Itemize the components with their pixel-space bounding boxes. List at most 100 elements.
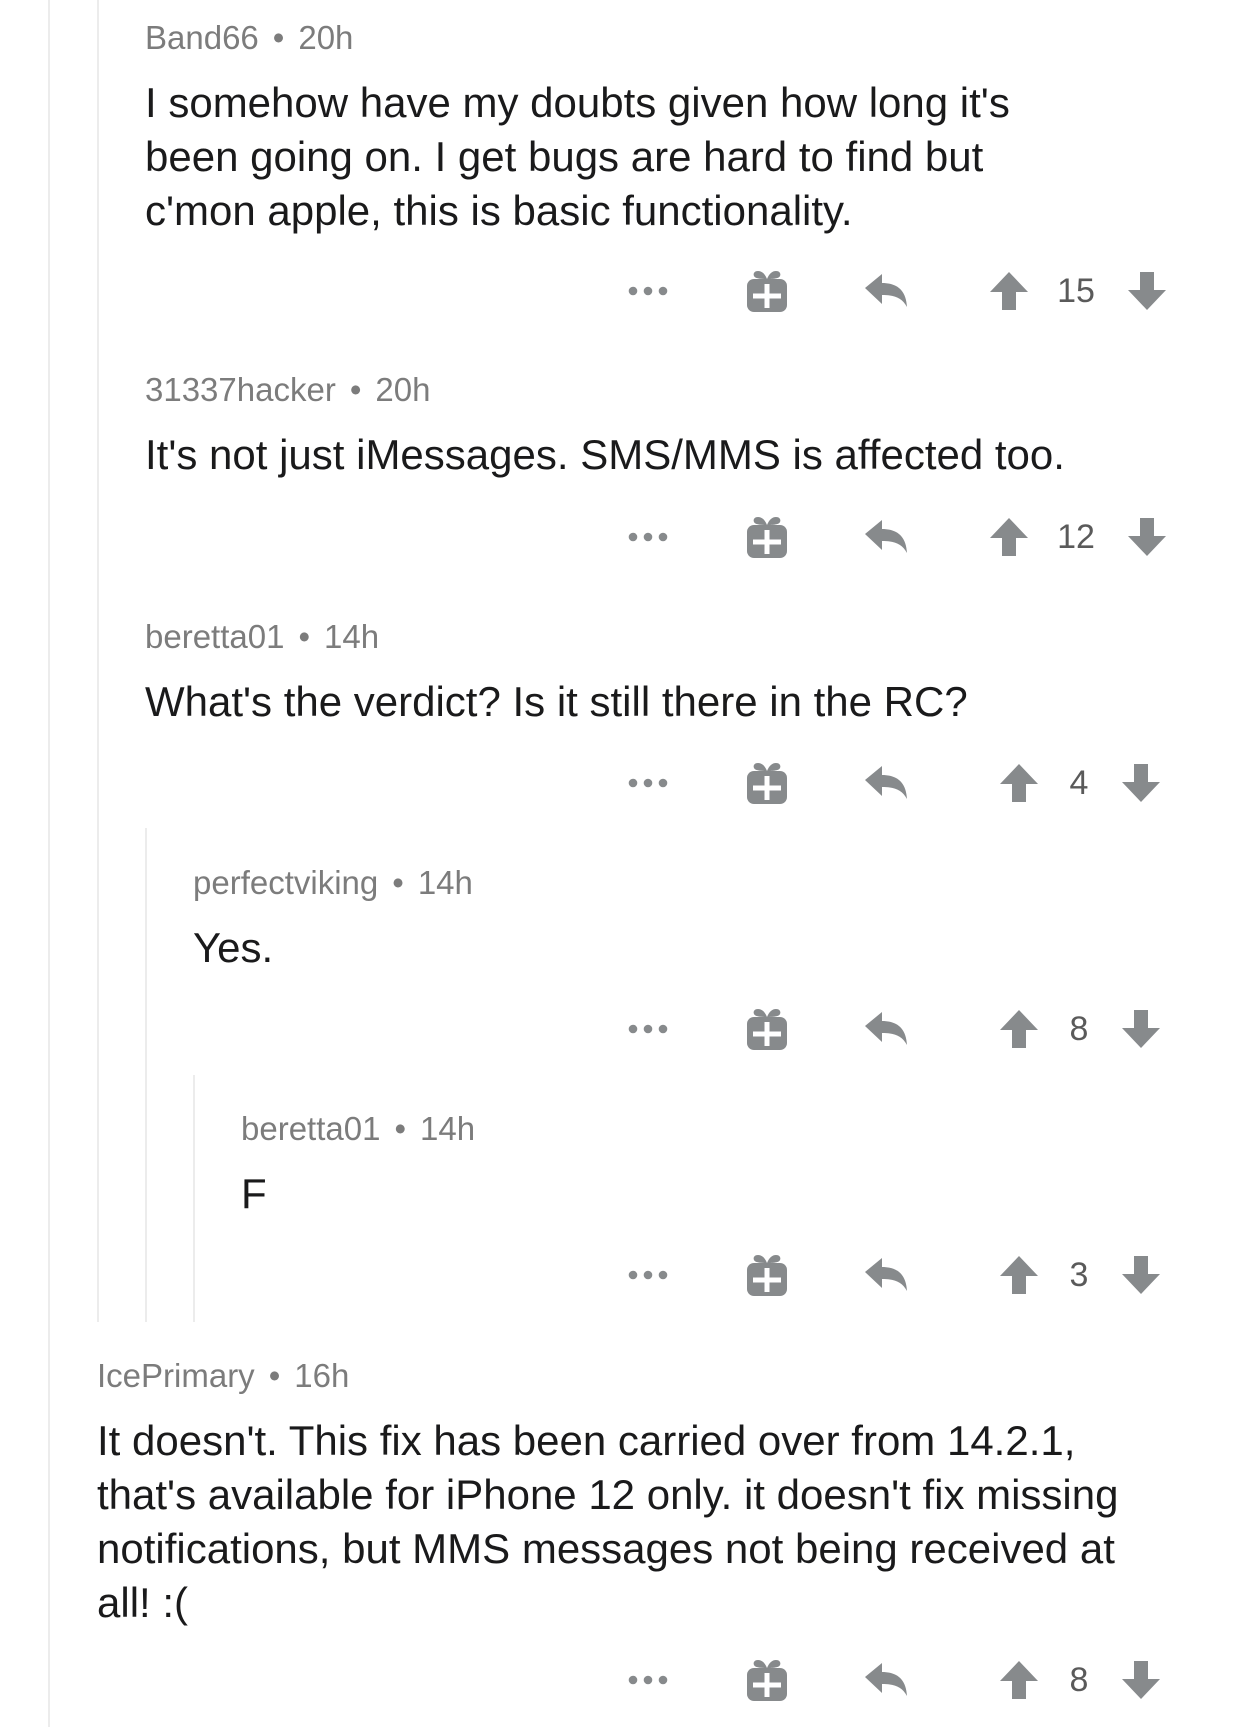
comment: IcePrimary • 16h It doesn't. This fix has … [97, 1356, 1137, 1630]
more-options-button[interactable] [628, 266, 668, 316]
upvote-button[interactable] [988, 512, 1030, 562]
gift-award-icon [747, 1660, 787, 1701]
comment-author[interactable]: perfectviking [193, 864, 378, 901]
downvote-arrow-icon [1122, 1010, 1160, 1048]
more-options-button[interactable] [628, 1250, 668, 1300]
vote-score: 8 [1069, 1010, 1089, 1048]
downvote-button[interactable] [1120, 1655, 1162, 1705]
comment-author[interactable]: 31337hacker [145, 371, 336, 408]
downvote-arrow-icon [1122, 1256, 1160, 1294]
comment-body: What's the verdict? Is it still there in… [145, 678, 968, 725]
reply-button[interactable] [862, 1655, 910, 1705]
comment-meta: beretta01 • 14h [145, 617, 1105, 657]
comment-body: I somehow have my doubts given how long … [145, 79, 1010, 234]
downvote-button[interactable] [1126, 266, 1168, 316]
meta-separator: • [298, 618, 311, 655]
comment-body: It's not just iMessages. SMS/MMS is affe… [145, 431, 1065, 478]
more-options-icon [628, 532, 668, 542]
downvote-button[interactable] [1120, 758, 1162, 808]
more-options-icon [628, 286, 668, 296]
comment-author[interactable]: Band66 [145, 19, 259, 56]
meta-separator: • [268, 1357, 281, 1394]
vote-score: 4 [1069, 764, 1089, 802]
reply-arrow-icon [865, 1012, 907, 1045]
upvote-arrow-icon [1000, 1256, 1038, 1294]
award-button[interactable] [744, 512, 790, 562]
upvote-button[interactable] [998, 1004, 1040, 1054]
reply-button[interactable] [862, 1250, 910, 1300]
comment-author[interactable]: IcePrimary [97, 1357, 255, 1394]
comment-age: 16h [294, 1357, 350, 1394]
comment-age: 20h [298, 19, 354, 56]
comment-age: 14h [324, 618, 380, 655]
upvote-button[interactable] [998, 758, 1040, 808]
comment-age: 14h [420, 1110, 476, 1147]
award-button[interactable] [744, 1250, 790, 1300]
comment: beretta01 • 14h F [241, 1109, 1105, 1221]
more-options-icon [628, 778, 668, 788]
more-options-button[interactable] [628, 512, 668, 562]
vote-score: 12 [1057, 518, 1095, 556]
comment-meta: beretta01 • 14h [241, 1109, 1105, 1149]
comment: beretta01 • 14h What's the verdict? Is it … [145, 617, 1105, 729]
more-options-icon [628, 1024, 668, 1034]
more-options-button[interactable] [628, 1655, 668, 1705]
meta-separator: • [392, 864, 404, 901]
upvote-button[interactable] [988, 266, 1030, 316]
award-button[interactable] [744, 266, 790, 316]
upvote-arrow-icon [990, 518, 1028, 556]
more-options-button[interactable] [628, 758, 668, 808]
downvote-arrow-icon [1122, 764, 1160, 802]
comment-meta: Band66 • 20h [145, 18, 1105, 58]
downvote-button[interactable] [1126, 512, 1168, 562]
comment-age: 14h [417, 864, 473, 901]
vote-score: 8 [1069, 1661, 1089, 1699]
more-options-button[interactable] [628, 1004, 668, 1054]
more-options-icon [628, 1270, 668, 1280]
comment-meta: IcePrimary • 16h [97, 1356, 1137, 1396]
comment-body: F [241, 1170, 267, 1217]
reply-button[interactable] [862, 266, 910, 316]
gift-award-icon [747, 517, 787, 558]
comment-actions: 8 [0, 1655, 1242, 1705]
comment-body: It doesn't. This fix has been carried ov… [97, 1417, 1119, 1626]
downvote-arrow-icon [1128, 272, 1166, 310]
meta-separator: • [394, 1110, 407, 1147]
comment-body: Yes. [193, 924, 274, 971]
gift-award-icon [747, 1009, 787, 1050]
thread-line-level-2[interactable] [97, 0, 99, 1322]
reply-arrow-icon [865, 1663, 907, 1696]
comment-actions: 4 [0, 758, 1242, 808]
downvote-arrow-icon [1128, 518, 1166, 556]
comment-actions: 8 [0, 1004, 1242, 1054]
thread-line-level-3[interactable] [145, 828, 147, 1322]
award-button[interactable] [744, 758, 790, 808]
downvote-button[interactable] [1120, 1004, 1162, 1054]
award-button[interactable] [744, 1655, 790, 1705]
comment-meta: 31337hacker • 20h [145, 370, 1105, 410]
comment-meta: perfectviking • 14h [193, 863, 1105, 903]
reply-button[interactable] [862, 512, 910, 562]
reply-arrow-icon [865, 1258, 907, 1291]
reply-arrow-icon [865, 274, 907, 307]
upvote-arrow-icon [1000, 1010, 1038, 1048]
award-button[interactable] [744, 1004, 790, 1054]
upvote-arrow-icon [990, 272, 1028, 310]
vote-score: 3 [1069, 1256, 1089, 1294]
comment-author[interactable]: beretta01 [145, 618, 284, 655]
upvote-arrow-icon [1000, 1661, 1038, 1699]
comment-actions: 15 [0, 266, 1242, 316]
reply-button[interactable] [862, 1004, 910, 1054]
upvote-button[interactable] [998, 1250, 1040, 1300]
meta-separator: • [272, 19, 285, 56]
reply-arrow-icon [865, 520, 907, 553]
reply-button[interactable] [862, 758, 910, 808]
reply-arrow-icon [865, 766, 907, 799]
comment-author[interactable]: beretta01 [241, 1110, 380, 1147]
downvote-button[interactable] [1120, 1250, 1162, 1300]
upvote-button[interactable] [998, 1655, 1040, 1705]
comment: perfectviking • 14h Yes. [193, 863, 1105, 975]
comment: 31337hacker • 20h It's not just iMessages.… [145, 370, 1105, 482]
thread-line-level-1[interactable] [48, 0, 50, 1727]
comment-actions: 12 [0, 512, 1242, 562]
